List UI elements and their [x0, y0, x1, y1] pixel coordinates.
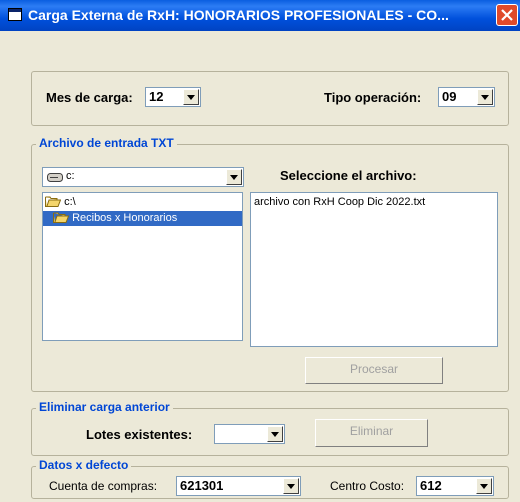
tipo-dropdown-button[interactable]: [477, 89, 493, 105]
defaults-legend: Datos x defecto: [36, 458, 132, 472]
eliminar-button[interactable]: Eliminar: [315, 419, 428, 447]
tipo-value: 09: [442, 89, 457, 104]
lotes-dropdown-button[interactable]: [267, 426, 283, 442]
procesar-button[interactable]: Procesar: [305, 357, 443, 384]
drive-combo[interactable]: c:: [42, 167, 244, 187]
eliminar-label: Eliminar: [349, 424, 394, 438]
centro-combo[interactable]: 612: [416, 476, 494, 496]
cuenta-value: 621301: [180, 478, 224, 493]
mes-combo[interactable]: 12: [145, 87, 201, 107]
dir-root-label: c:\: [64, 196, 76, 208]
centro-dropdown-button[interactable]: [476, 478, 492, 494]
select-file-label: Seleccione el archivo:: [280, 168, 417, 183]
lotes-label: Lotes existentes:: [86, 427, 193, 442]
list-item-file[interactable]: archivo con RxH Coop Dic 2022.txt: [254, 196, 425, 208]
title-bar[interactable]: Carga Externa de RxH: HONORARIOS PROFESI…: [0, 0, 520, 31]
archivo-legend: Archivo de entrada TXT: [36, 136, 177, 150]
cuenta-label: Cuenta de compras:: [49, 479, 158, 493]
open-folder-icon: [53, 212, 70, 223]
close-button[interactable]: [496, 4, 518, 26]
drive-value: c:: [66, 170, 75, 182]
eliminar-legend: Eliminar carga anterior: [36, 400, 173, 414]
app-icon: [8, 8, 22, 21]
open-folder-icon: [45, 196, 62, 207]
drive-dropdown-button[interactable]: [226, 169, 242, 185]
dir-recibos-label: Recibos x Honorarios: [72, 212, 178, 224]
centro-value: 612: [420, 478, 442, 493]
file-list[interactable]: archivo con RxH Coop Dic 2022.txt: [250, 192, 498, 347]
lotes-combo[interactable]: [214, 424, 285, 444]
list-item-dir-root[interactable]: c:\: [45, 195, 76, 210]
tipo-combo[interactable]: 09: [438, 87, 495, 107]
directory-list[interactable]: c:\ Recibos x Honorarios: [42, 192, 243, 341]
chevron-down-icon: [271, 432, 279, 437]
list-item-dir-recibos[interactable]: Recibos x Honorarios: [43, 211, 242, 226]
window-title: Carga Externa de RxH: HONORARIOS PROFESI…: [28, 7, 449, 23]
tipo-label: Tipo operación:: [324, 90, 422, 105]
drive-icon: [47, 173, 63, 182]
cuenta-combo[interactable]: 621301: [176, 476, 301, 496]
mes-dropdown-button[interactable]: [183, 89, 199, 105]
chevron-down-icon: [287, 484, 295, 489]
chevron-down-icon: [481, 95, 489, 100]
chevron-down-icon: [480, 484, 488, 489]
mes-label: Mes de carga:: [46, 90, 133, 105]
chevron-down-icon: [187, 95, 195, 100]
close-icon: [501, 9, 513, 21]
centro-label: Centro Costo:: [330, 479, 405, 493]
chevron-down-icon: [230, 175, 238, 180]
cuenta-dropdown-button[interactable]: [283, 478, 299, 494]
mes-value: 12: [149, 89, 164, 104]
procesar-label: Procesar: [349, 362, 399, 376]
